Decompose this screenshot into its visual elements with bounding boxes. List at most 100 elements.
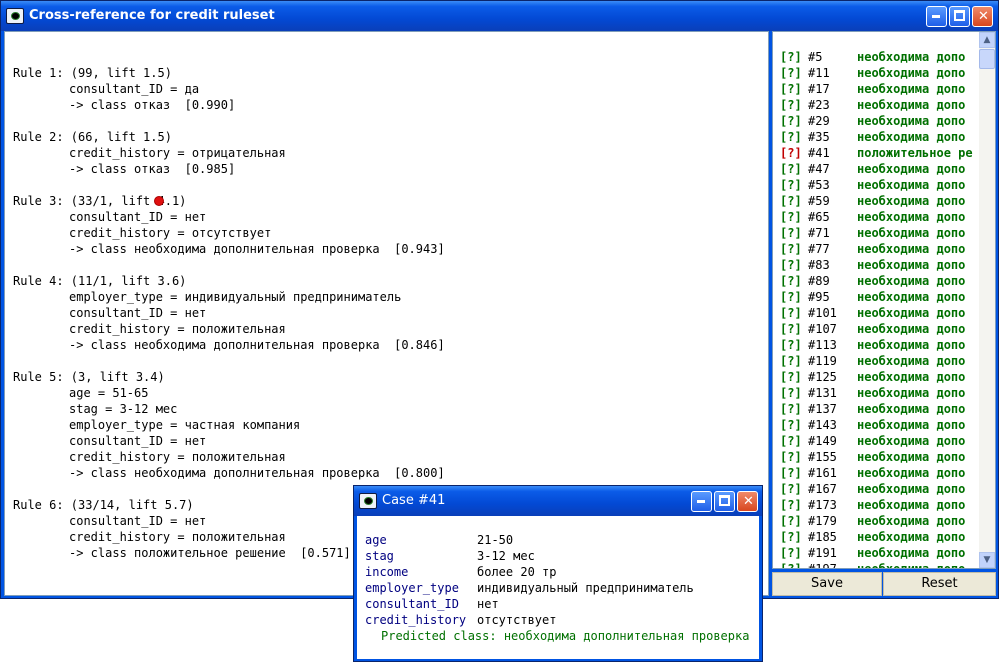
case-row[interactable]: [?] #173 необходима допо (780, 497, 976, 513)
close-button[interactable]: ✕ (972, 6, 993, 27)
save-button[interactable]: Save (772, 572, 882, 596)
case-status-mark: [?] (780, 146, 802, 160)
case-number: #23 (808, 98, 830, 112)
case-row[interactable]: [?] #119 необходима допо (780, 353, 976, 369)
case-maximize-button[interactable] (714, 491, 735, 512)
rule-conclusion: -> class необходима дополнительная прове… (69, 466, 445, 480)
case-number: #101 (808, 306, 837, 320)
case-row[interactable]: [?] #185 необходима допо (780, 529, 976, 545)
case-status-mark: [?] (780, 50, 802, 64)
case-status-mark: [?] (780, 258, 802, 272)
scroll-up-icon[interactable]: ▲ (979, 32, 995, 48)
case-row[interactable]: [?] #197 необходима допо (780, 561, 976, 568)
case-status-mark: [?] (780, 226, 802, 240)
case-number: #35 (808, 130, 830, 144)
case-status-mark: [?] (780, 210, 802, 224)
case-class: необходима допо (857, 498, 966, 512)
case-row[interactable]: [?] #71 необходима допо (780, 225, 976, 241)
case-row[interactable]: [?] #59 необходима допо (780, 193, 976, 209)
case-class: необходима допо (857, 482, 966, 496)
case-number: #29 (808, 114, 830, 128)
rule-header[interactable]: Rule 1: (99, lift 1.5) (13, 65, 172, 81)
rule-conclusion: -> class отказ [0.985] (69, 162, 236, 176)
case-class: необходима допо (857, 450, 966, 464)
rule-header[interactable]: Rule 4: (11/1, lift 3.6) (13, 273, 186, 289)
case-number: #161 (808, 466, 837, 480)
case-row[interactable]: [?] #167 необходима допо (780, 481, 976, 497)
case-status-mark: [?] (780, 66, 802, 80)
case-row[interactable]: [?] #101 необходима допо (780, 305, 976, 321)
case-row[interactable]: [?] #53 необходима допо (780, 177, 976, 193)
case-number: #191 (808, 546, 837, 560)
attribute-value: отсутствует (477, 613, 557, 627)
case-status-mark: [?] (780, 402, 802, 416)
maximize-button[interactable] (949, 6, 970, 27)
case-number: #95 (808, 290, 830, 304)
case-row[interactable]: [?] #155 необходима допо (780, 449, 976, 465)
case-row[interactable]: [?] #5 необходима допо (780, 49, 976, 65)
case-status-mark: [?] (780, 450, 802, 464)
rule-conclusion: -> class положительное решение [0.571] (69, 546, 351, 560)
app-eye-icon[interactable] (6, 8, 24, 24)
case-row[interactable]: [?] #125 необходима допо (780, 369, 976, 385)
cases-list[interactable]: [?] #197 необходима допо [?] #191 необходима … (772, 31, 996, 569)
case-row[interactable]: [?] #179 необходима допо (780, 513, 976, 529)
rule-header[interactable]: Rule 6: (33/14, lift 5.7) (13, 497, 194, 513)
rule-header[interactable]: Rule 5: (3, lift 3.4) (13, 369, 165, 385)
case-status-mark: [?] (780, 354, 802, 368)
minimize-button[interactable] (926, 6, 947, 27)
case-status-mark: [?] (780, 498, 802, 512)
case-row[interactable]: [?] #89 необходима допо (780, 273, 976, 289)
rule-conclusion: -> class необходима дополнительная прове… (69, 338, 445, 352)
case-class: необходима допо (857, 242, 966, 256)
case-row[interactable]: [?] #95 необходима допо (780, 289, 976, 305)
case-status-mark: [?] (780, 466, 802, 480)
case-row[interactable]: [?] #23 необходима допо (780, 97, 976, 113)
case-class: необходима допо (857, 114, 966, 128)
main-title-bar[interactable]: Cross-reference for credit ruleset ✕ (1, 1, 998, 31)
case-row[interactable]: [?] #65 необходима допо (780, 209, 976, 225)
case-close-button[interactable]: ✕ (737, 491, 758, 512)
close-icon: ✕ (743, 494, 754, 509)
scroll-thumb[interactable] (979, 49, 995, 69)
app-eye-icon[interactable] (359, 493, 377, 509)
case-number: #47 (808, 162, 830, 176)
case-status-mark: [?] (780, 290, 802, 304)
case-number: #83 (808, 258, 830, 272)
attribute-value: нет (477, 597, 499, 611)
case-number: #149 (808, 434, 837, 448)
cases-scrollbar[interactable]: ▲ ▼ (979, 32, 995, 568)
case-row[interactable]: [?] #11 необходима допо (780, 65, 976, 81)
case-status-mark: [?] (780, 482, 802, 496)
scroll-down-icon[interactable]: ▼ (979, 552, 995, 568)
case-row[interactable]: [?] #41 положительное ре (780, 145, 976, 161)
case-class: необходима допо (857, 290, 966, 304)
case-row[interactable]: [?] #113 необходима допо (780, 337, 976, 353)
case-row[interactable]: [?] #17 необходима допо (780, 81, 976, 97)
reset-button[interactable]: Reset (883, 572, 996, 596)
case-title-bar[interactable]: Case #41 ✕ (354, 486, 762, 516)
case-row[interactable]: [?] #137 необходима допо (780, 401, 976, 417)
case-class: необходима допо (857, 338, 966, 352)
case-row[interactable]: [?] #77 необходима допо (780, 241, 976, 257)
case-row[interactable]: [?] #29 необходима допо (780, 113, 976, 129)
case-class: необходима допо (857, 130, 966, 144)
case-class: необходима допо (857, 178, 966, 192)
rule-header[interactable]: Rule 2: (66, lift 1.5) (13, 129, 172, 145)
case-row[interactable]: [?] #107 необходима допо (780, 321, 976, 337)
case-number: #71 (808, 226, 830, 240)
rule-condition: consultant_ID = нет (69, 514, 207, 528)
attribute-value: индивидуальный предприниматель (477, 581, 694, 595)
case-class: положительное ре (857, 146, 973, 160)
case-row[interactable]: [?] #47 необходима допо (780, 161, 976, 177)
case-row[interactable]: [?] #131 необходима допо (780, 385, 976, 401)
case-row[interactable]: [?] #83 необходима допо (780, 257, 976, 273)
case-row[interactable]: [?] #161 необходима допо (780, 465, 976, 481)
case-row[interactable]: [?] #149 необходима допо (780, 433, 976, 449)
case-row[interactable]: [?] #35 необходима допо (780, 129, 976, 145)
case-minimize-button[interactable] (691, 491, 712, 512)
case-row[interactable]: [?] #143 необходима допо (780, 417, 976, 433)
case-status-mark: [?] (780, 338, 802, 352)
case-number: #11 (808, 66, 830, 80)
case-row[interactable]: [?] #191 необходима допо (780, 545, 976, 561)
